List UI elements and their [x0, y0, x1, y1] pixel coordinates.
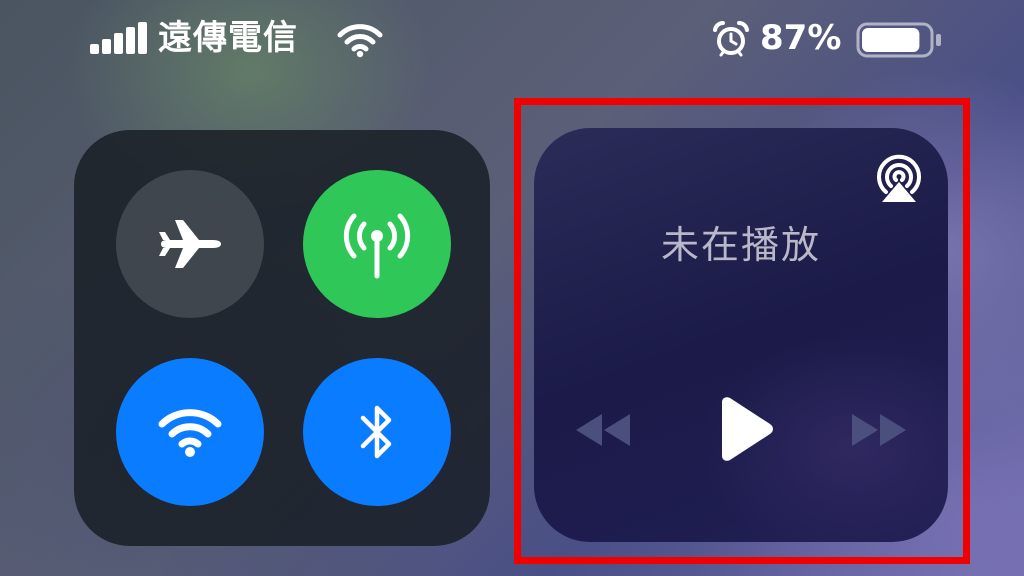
now-playing-status: 未在播放 — [660, 223, 821, 267]
battery-fill — [862, 28, 920, 52]
alarm-icon — [713, 20, 749, 57]
bluetooth-icon — [360, 405, 392, 459]
play-icon[interactable] — [714, 396, 774, 462]
airplay-icon[interactable] — [872, 152, 926, 206]
cellular-data-toggle[interactable] — [303, 170, 451, 318]
fast-forward-icon[interactable] — [848, 410, 910, 450]
carrier-name: 遠傳電信 — [158, 18, 298, 58]
signal-bars-icon — [90, 22, 148, 54]
battery-percentage: 87% — [760, 18, 842, 58]
airplane-mode-toggle[interactable] — [116, 170, 264, 318]
airplane-icon — [159, 220, 221, 268]
wifi-toggle[interactable] — [116, 358, 264, 506]
bluetooth-toggle[interactable] — [303, 358, 451, 506]
rewind-icon[interactable] — [572, 410, 634, 450]
battery-icon — [856, 22, 941, 58]
status-bar: 遠傳電信 87% — [0, 0, 1024, 80]
antenna-icon — [343, 213, 411, 279]
wifi-icon — [158, 409, 222, 457]
connectivity-tile — [74, 130, 490, 546]
now-playing-tile[interactable]: 未在播放 — [534, 128, 948, 542]
wifi-icon — [337, 24, 383, 58]
